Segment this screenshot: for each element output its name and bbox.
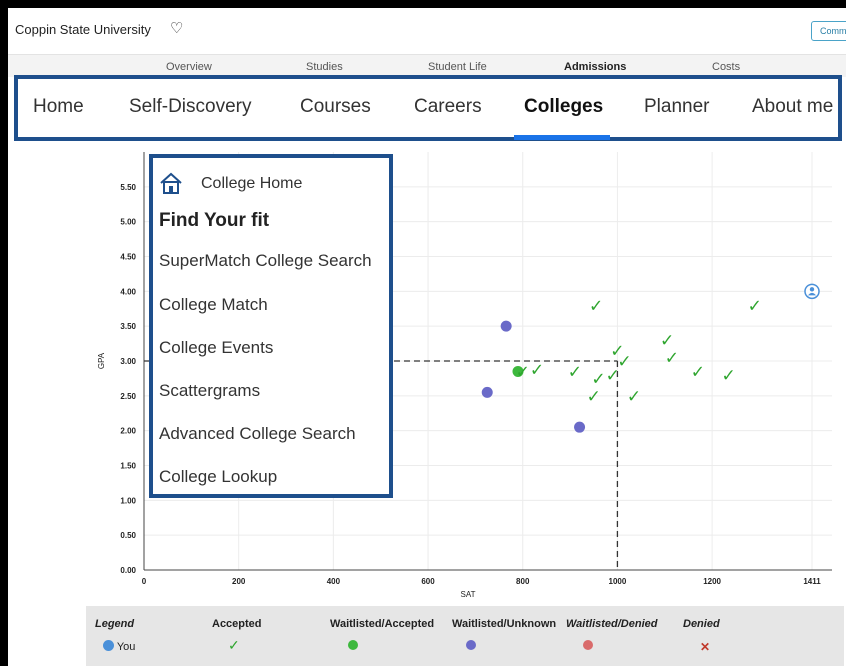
subnav-overview[interactable]: Overview xyxy=(166,61,212,73)
home-icon xyxy=(160,172,182,194)
chart-legend: Legend Accepted Waitlisted/Accepted Wait… xyxy=(86,606,844,666)
accepted-point: ✓ xyxy=(589,296,603,315)
y-tick-label: 1.00 xyxy=(120,496,136,505)
nav-planner[interactable]: Planner xyxy=(644,96,710,118)
subnav-student-life[interactable]: Student Life xyxy=(428,61,487,73)
x-axis-label: SAT xyxy=(461,590,476,599)
you-icon xyxy=(103,640,114,651)
legend-dot-purple xyxy=(466,640,476,653)
x-tick-label: 0 xyxy=(142,577,147,586)
x-tick-label: 600 xyxy=(421,577,435,586)
y-tick-label: 5.00 xyxy=(120,218,136,227)
legend-accepted-label: Accepted xyxy=(212,618,262,630)
legend-waitlisted-unknown-label: Waitlisted/Unknown xyxy=(452,618,557,630)
x-tick-label: 1200 xyxy=(703,577,721,586)
waitlisted-unknown-point xyxy=(500,320,512,332)
menu-college-home[interactable]: College Home xyxy=(201,175,302,193)
accepted-point: ✓ xyxy=(748,296,762,315)
accepted-point: ✓ xyxy=(665,349,679,368)
nav-colleges[interactable]: Colleges xyxy=(524,96,603,118)
accepted-point: ✓ xyxy=(722,366,736,385)
legend-waitlisted-accepted-label: Waitlisted/Accepted xyxy=(330,618,435,630)
nav-courses[interactable]: Courses xyxy=(300,96,371,118)
legend-title: Legend xyxy=(95,618,135,630)
y-tick-label: 0.00 xyxy=(120,566,136,575)
y-tick-label: 3.50 xyxy=(120,322,136,331)
y-axis-label: GPA xyxy=(97,352,106,369)
scatter-chart: 0.00 0.50 1.00 1.50 2.00 2.50 3.00 3.50 4.00 4.50… xyxy=(97,152,832,599)
subnav-admissions[interactable]: Admissions xyxy=(564,61,626,73)
y-tick-label: 4.50 xyxy=(120,253,136,262)
heart-icon[interactable]: ♡ xyxy=(170,19,183,37)
y-tick-label: 0.50 xyxy=(120,531,136,540)
y-tick-label: 2.50 xyxy=(120,392,136,401)
y-tick-label: 4.00 xyxy=(120,287,136,296)
accepted-point: ✓ xyxy=(691,362,705,381)
subnav-costs[interactable]: Costs xyxy=(712,61,740,73)
accepted-point: ✓ xyxy=(591,369,605,388)
nav-self-discovery[interactable]: Self-Discovery xyxy=(129,96,251,118)
you-point-head xyxy=(809,287,815,292)
x-tick-label: 1000 xyxy=(609,577,627,586)
active-tab-underline xyxy=(514,135,610,140)
legend-dot-green xyxy=(348,640,358,653)
page-frame: Coppin State University ♡ Comm Overview … xyxy=(8,8,846,666)
accepted-point: ✓ xyxy=(530,360,544,379)
x-tick-label: 200 xyxy=(232,577,246,586)
menu-college-events[interactable]: College Events xyxy=(159,338,273,358)
x-tick-label: 800 xyxy=(516,577,530,586)
checkmark-icon: ✓ xyxy=(228,637,240,653)
x-tick-label: 1411 xyxy=(803,577,821,586)
legend-you: You xyxy=(103,640,135,653)
sub-nav: Overview Studies Student Life Admissions… xyxy=(8,55,846,77)
subnav-studies[interactable]: Studies xyxy=(306,61,343,73)
menu-heading: Find Your fit xyxy=(159,210,270,231)
legend-denied-label: Denied xyxy=(683,618,720,630)
legend-waitlisted-denied-label: Waitlisted/Denied xyxy=(566,618,658,630)
x-tick-label: 400 xyxy=(327,577,341,586)
legend-dot-red xyxy=(583,640,593,653)
menu-college-lookup[interactable]: College Lookup xyxy=(159,467,277,487)
legend-you-label: You xyxy=(116,641,136,653)
menu-college-match[interactable]: College Match xyxy=(159,295,268,315)
y-tick-label: 1.50 xyxy=(120,462,136,471)
school-name: Coppin State University xyxy=(15,22,151,37)
menu-supermatch[interactable]: SuperMatch College Search xyxy=(159,251,372,271)
x-mark-icon: ✕ xyxy=(700,640,711,654)
accepted-point: ✓ xyxy=(660,331,674,350)
y-tick-label: 5.50 xyxy=(120,183,136,192)
accepted-point: ✓ xyxy=(627,387,641,406)
y-tick-label: 2.00 xyxy=(120,427,136,436)
nav-about-me[interactable]: About me xyxy=(752,96,833,118)
scattergram: 0.00 0.50 1.00 1.50 2.00 2.50 3.00 3.50 4.00 4.50… xyxy=(8,143,846,608)
comm-button[interactable]: Comm xyxy=(811,21,846,41)
waitlisted-unknown-point xyxy=(481,386,493,398)
main-nav: Home Self-Discovery Courses Careers Coll… xyxy=(14,75,842,141)
menu-scattergrams[interactable]: Scattergrams xyxy=(159,381,260,401)
nav-home[interactable]: Home xyxy=(33,96,84,118)
accepted-point: ✓ xyxy=(587,387,601,406)
accepted-point: ✓ xyxy=(606,366,620,385)
nav-careers[interactable]: Careers xyxy=(414,96,482,118)
waitlisted-unknown-point xyxy=(574,421,586,433)
menu-advanced-search[interactable]: Advanced College Search xyxy=(159,424,356,444)
y-tick-label: 3.00 xyxy=(120,357,136,366)
accepted-point: ✓ xyxy=(568,362,582,381)
top-bar: Coppin State University ♡ Comm xyxy=(8,8,846,55)
colleges-dropdown-menu: College Home Find Your fit SuperMatch Co… xyxy=(149,154,393,498)
accepted-point: ✓ xyxy=(516,362,530,381)
